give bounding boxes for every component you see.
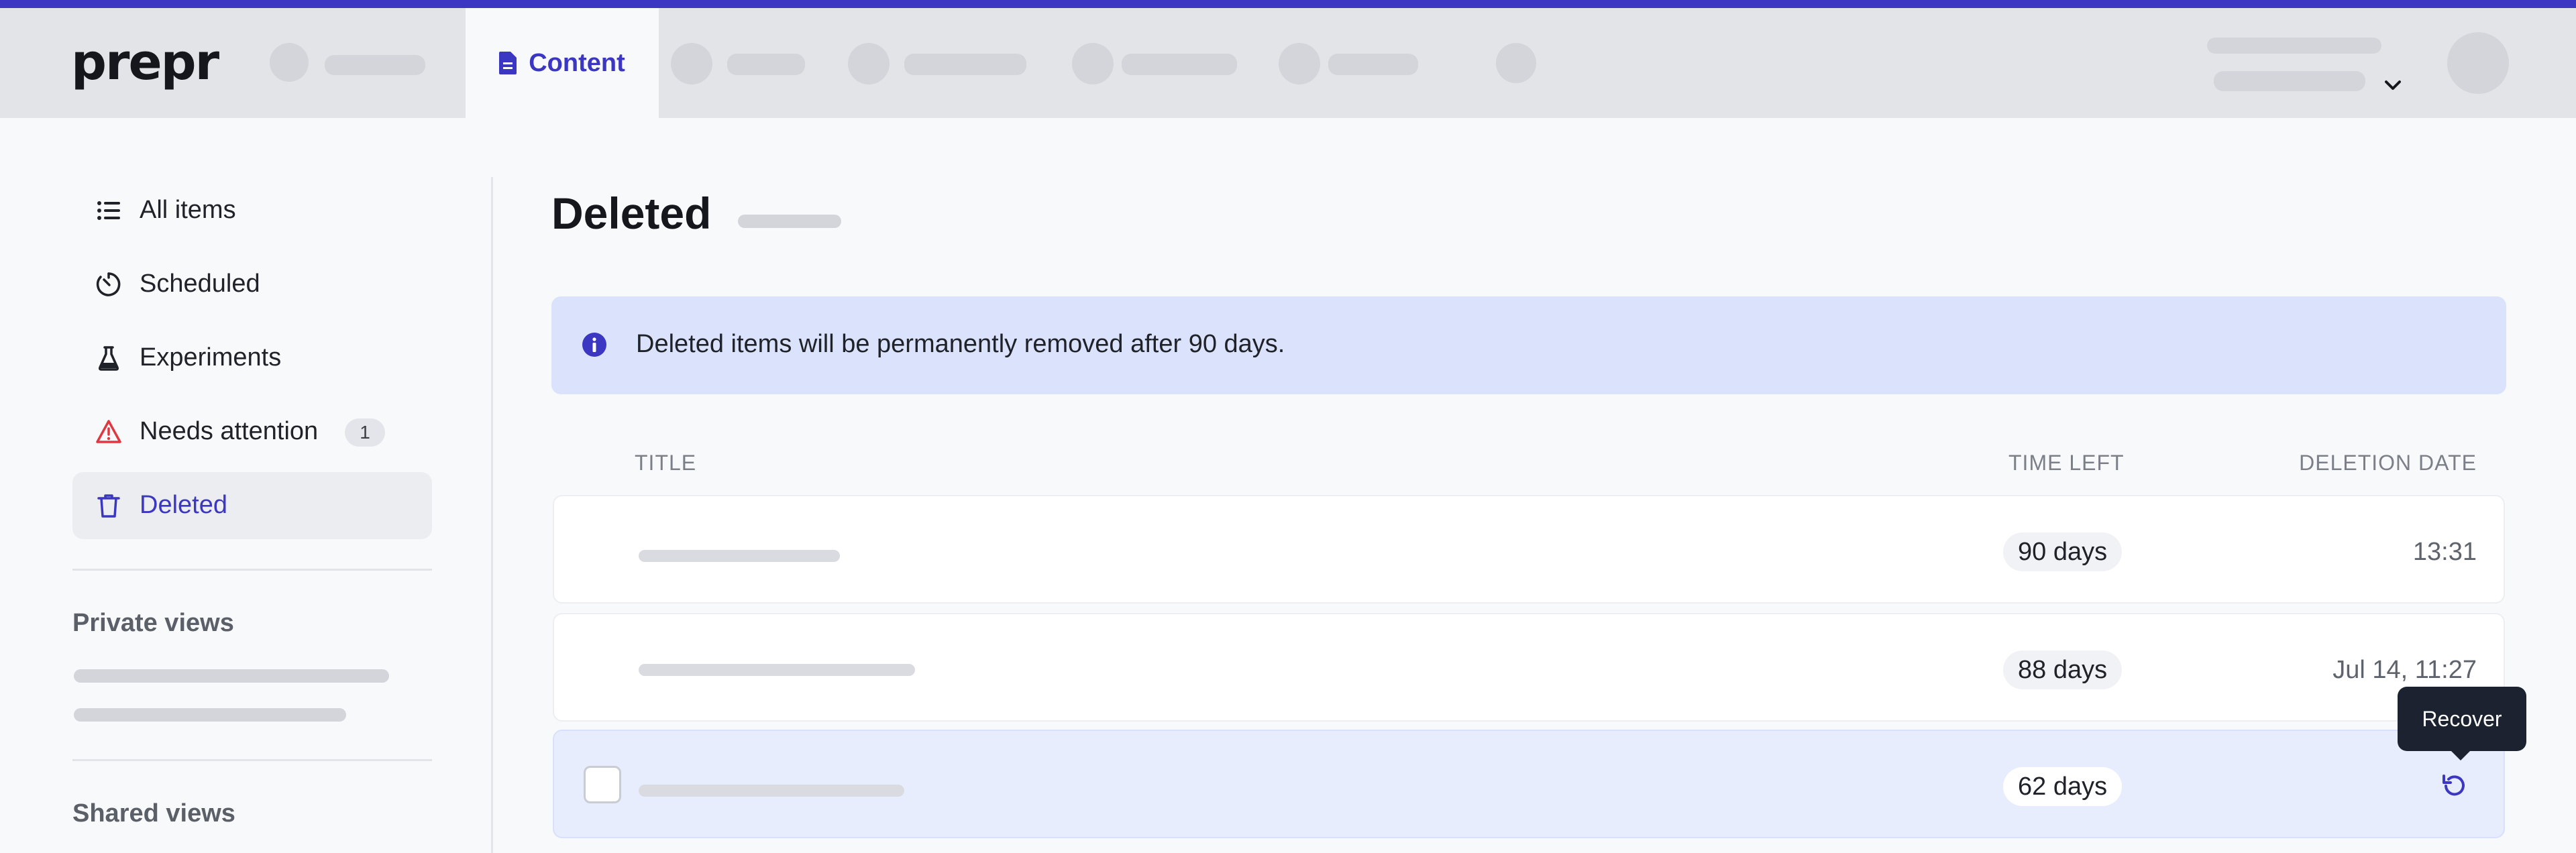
top-accent-stripe <box>0 0 2576 8</box>
recover-icon[interactable] <box>2439 771 2469 801</box>
nav-placeholder-icon-2 <box>671 43 712 84</box>
warning-icon <box>96 420 121 443</box>
nav-placeholder-label-4 <box>1122 54 1237 75</box>
sidebar-item-scheduled[interactable]: Scheduled <box>72 251 432 318</box>
time-left-pill: 62 days <box>2003 767 2123 806</box>
sidebar-item-experiments[interactable]: Experiments <box>72 325 432 392</box>
environment-name-placeholder <box>2214 71 2365 91</box>
sidebar-separator <box>72 569 432 571</box>
list-icon <box>97 201 120 220</box>
column-header-deletion-date[interactable]: DELETION DATE <box>2299 451 2477 475</box>
chevron-down-icon[interactable] <box>2379 72 2406 99</box>
table-row[interactable]: 62 days <box>553 730 2505 838</box>
time-left-pill: 90 days <box>2003 532 2123 571</box>
sidebar-item-needs-attention[interactable]: Needs attention 1 <box>72 398 432 465</box>
sidebar-item-label: Scheduled <box>140 270 260 298</box>
info-icon <box>582 333 606 357</box>
row-select-checkbox[interactable] <box>584 766 621 803</box>
tab-content[interactable]: Content <box>466 8 659 118</box>
info-banner: Deleted items will be permanently remove… <box>551 296 2506 394</box>
nav-placeholder-label-3 <box>904 54 1026 75</box>
sidebar-item-all-items[interactable]: All items <box>72 177 432 244</box>
sidebar-item-deleted[interactable]: Deleted <box>72 472 432 539</box>
private-view-placeholder-2[interactable] <box>74 708 346 722</box>
column-header-title[interactable]: TITLE <box>635 451 696 475</box>
sidebar-item-label: Experiments <box>140 343 282 372</box>
workspace-name-placeholder <box>2207 38 2381 54</box>
column-header-time-left[interactable]: TIME LEFT <box>2008 451 2125 475</box>
sidebar-item-label: All items <box>140 196 236 224</box>
time-left-pill: 88 days <box>2003 650 2123 689</box>
info-banner-text: Deleted items will be permanently remove… <box>636 330 1285 358</box>
prepr-logo[interactable]: prepr <box>71 34 219 91</box>
document-icon <box>499 52 517 74</box>
nav-placeholder-label-2 <box>727 54 805 75</box>
nav-placeholder-icon-5 <box>1279 43 1320 84</box>
nav-placeholder-label-1 <box>325 55 425 75</box>
sidebar-item-label: Deleted <box>140 491 227 519</box>
top-navigation-bar: prepr Content <box>0 8 2576 118</box>
page-title-count-placeholder <box>738 215 841 228</box>
nav-placeholder-icon-1 <box>270 43 309 82</box>
timer-icon <box>96 272 121 296</box>
tab-content-label: Content <box>529 48 625 77</box>
nav-placeholder-label-5 <box>1328 54 1418 75</box>
deletion-date: 13:31 <box>2412 538 2477 566</box>
trash-icon <box>97 494 120 518</box>
user-avatar[interactable] <box>2447 32 2509 94</box>
private-view-placeholder-1[interactable] <box>74 669 389 683</box>
shared-views-heading: Shared views <box>72 799 235 828</box>
item-title-placeholder <box>639 550 840 562</box>
sidebar-item-label: Needs attention <box>140 417 319 445</box>
deletion-date: Jul 14, 11:27 <box>2332 656 2477 684</box>
nav-placeholder-icon-6 <box>1496 43 1536 83</box>
item-title-placeholder <box>639 664 915 676</box>
recover-tooltip: Recover <box>2398 687 2526 760</box>
table-row[interactable]: 88 days Jul 14, 11:27 <box>553 613 2505 722</box>
item-title-placeholder <box>639 785 904 797</box>
table-row[interactable]: 90 days 13:31 <box>553 495 2505 604</box>
private-views-heading: Private views <box>72 609 234 637</box>
needs-attention-count-badge: 1 <box>345 418 385 447</box>
sidebar-separator <box>72 759 432 761</box>
page-title: Deleted <box>551 188 712 238</box>
flask-icon <box>99 346 119 371</box>
nav-placeholder-icon-3 <box>848 43 890 84</box>
sidebar-divider <box>491 177 493 853</box>
nav-placeholder-icon-4 <box>1072 43 1114 84</box>
